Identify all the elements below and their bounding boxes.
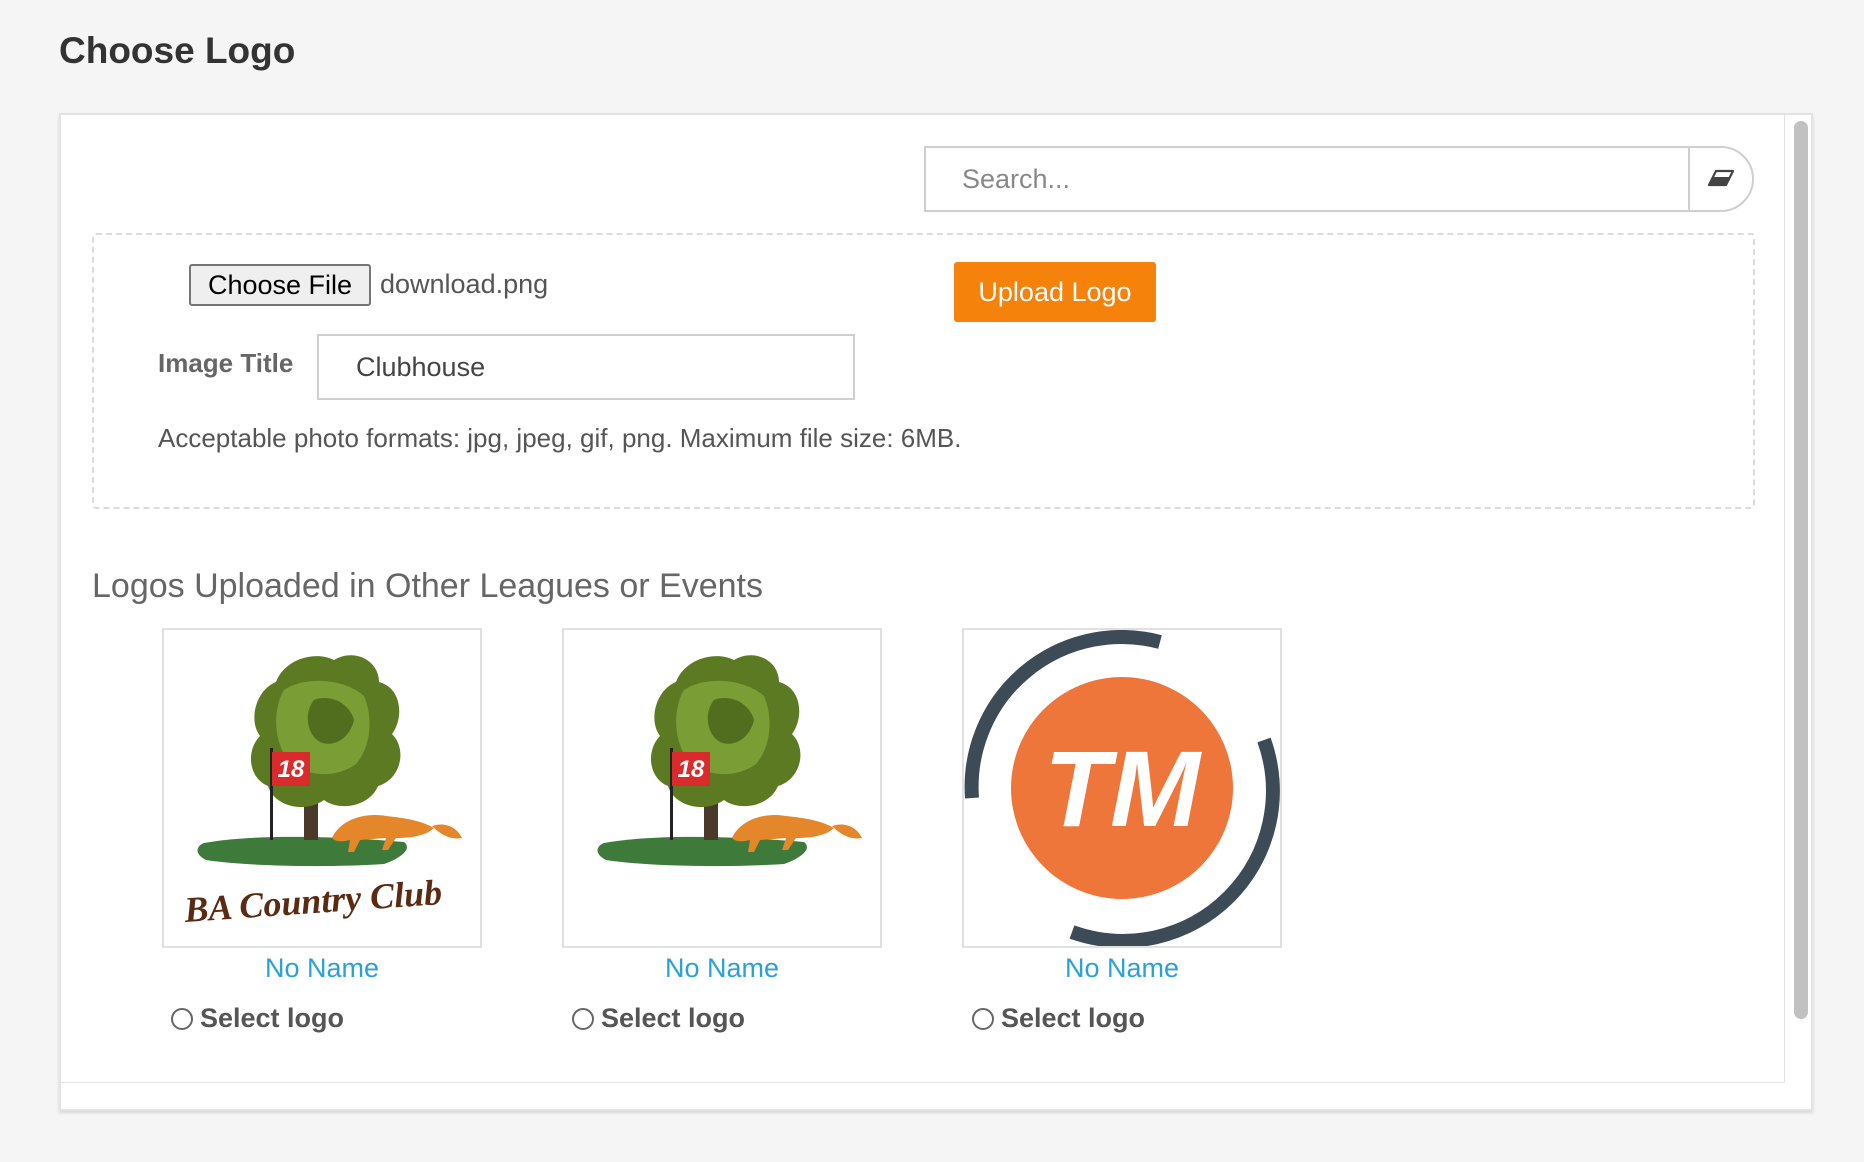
logo-thumbnail-ba-country-club[interactable]: 18 BA Country Club xyxy=(162,628,482,948)
upload-area: Choose File download.png Upload Logo Ima… xyxy=(92,233,1755,509)
page-title: Choose Logo xyxy=(59,30,296,71)
logo-panel-content: Choose File download.png Upload Logo Ima… xyxy=(61,115,1785,1083)
select-logo-option[interactable]: Select logo xyxy=(572,1003,745,1034)
select-logo-label: Select logo xyxy=(1001,1003,1146,1033)
flag-number-text: 18 xyxy=(278,756,305,783)
image-title-input[interactable] xyxy=(317,334,855,400)
logo-thumbnail-tm[interactable]: TM xyxy=(962,628,1282,948)
gallery-heading: Logos Uploaded in Other Leagues or Event… xyxy=(92,567,764,605)
logo-name-link[interactable]: No Name xyxy=(162,953,482,984)
ba-country-club-logo-image: 18 BA Country Club xyxy=(182,655,462,930)
upload-logo-button[interactable]: Upload Logo xyxy=(954,262,1156,322)
logo-thumbnail-tree-fox[interactable]: 18 xyxy=(562,628,882,948)
select-logo-radio[interactable] xyxy=(572,1007,594,1030)
search-bar xyxy=(924,146,1754,212)
choose-file-button[interactable]: Choose File xyxy=(189,264,371,306)
logo-text: TM xyxy=(1044,728,1202,849)
tm-logo-image: TM xyxy=(964,630,1280,946)
clear-search-button[interactable] xyxy=(1688,146,1754,212)
logo-panel: Choose File download.png Upload Logo Ima… xyxy=(59,113,1813,1111)
select-logo-label: Select logo xyxy=(601,1003,746,1033)
scrollbar[interactable] xyxy=(1794,121,1808,1019)
logo-name-link[interactable]: No Name xyxy=(962,953,1282,984)
formats-note: Acceptable photo formats: jpg, jpeg, gif… xyxy=(158,423,962,453)
tree-fox-logo-image: 18 xyxy=(597,655,862,867)
selected-file-name: download.png xyxy=(380,269,549,299)
eraser-icon xyxy=(1707,169,1735,187)
flag-number-text: 18 xyxy=(678,756,705,783)
search-input[interactable] xyxy=(924,146,1688,212)
select-logo-option[interactable]: Select logo xyxy=(171,1003,344,1034)
select-logo-radio[interactable] xyxy=(171,1007,193,1030)
image-title-label: Image Title xyxy=(158,348,294,378)
select-logo-option[interactable]: Select logo xyxy=(972,1003,1145,1034)
logo-name-link[interactable]: No Name xyxy=(562,953,882,984)
select-logo-label: Select logo xyxy=(200,1003,345,1033)
select-logo-radio[interactable] xyxy=(972,1007,994,1030)
logo-text: BA Country Club xyxy=(182,872,443,930)
